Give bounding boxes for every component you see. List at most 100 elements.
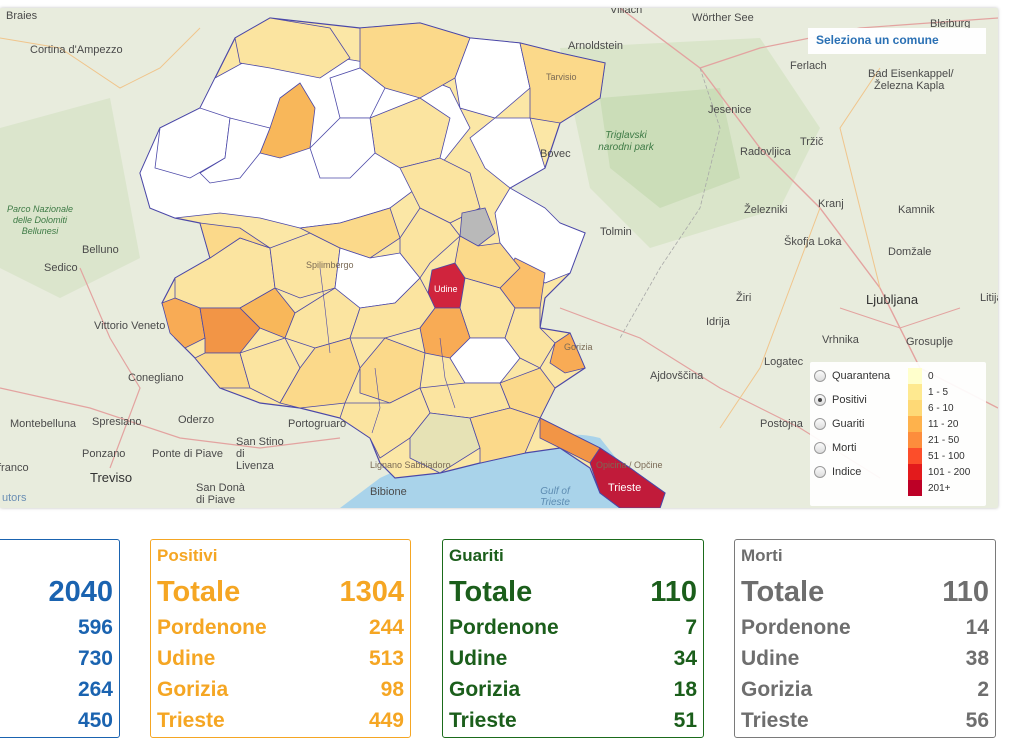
place-label: Škofja Loka <box>784 236 842 248</box>
layer-option-indice[interactable]: Indice <box>814 464 861 480</box>
place-label: Ponte di Piave <box>152 448 223 460</box>
map-legend: Quarantena Positivi Guariti Morti Indice… <box>810 362 986 506</box>
map-view[interactable]: Braies Villach Wörther See Bleiburg Cort… <box>0 8 998 508</box>
layer-option-guariti[interactable]: Guariti <box>814 416 864 432</box>
card-title: Positivi <box>157 546 218 565</box>
place-label: Kranj <box>818 198 844 210</box>
place-label: Triglavski narodni park <box>598 130 654 153</box>
region-row: 730 <box>0 647 113 671</box>
legend-bin: 0 <box>908 368 934 384</box>
total-row: Totale 110 <box>741 576 989 609</box>
legend-swatch <box>908 368 922 384</box>
total-label: Totale <box>741 576 825 608</box>
place-label: Gorizia <box>564 342 593 352</box>
region-value: 2 <box>977 678 989 701</box>
place-label: Parco Nazionale delle Dolomiti Bellunesi <box>6 204 74 236</box>
layer-option-quarantena[interactable]: Quarantena <box>814 368 890 384</box>
place-label: San Donà di Piave <box>196 482 245 506</box>
place-label: Conegliano <box>128 372 184 384</box>
region-label: Trieste <box>157 709 225 732</box>
legend-bin-label: 1 - 5 <box>928 386 949 398</box>
place-label: Domžale <box>888 246 932 258</box>
place-label: Tolmin <box>600 226 632 238</box>
region-value: 38 <box>965 647 989 670</box>
region-label: Udine <box>449 647 508 670</box>
place-label: Wörther See <box>692 12 754 24</box>
layer-option-morti[interactable]: Morti <box>814 440 856 456</box>
radio-quarantena[interactable] <box>814 370 826 382</box>
place-label: Radovljica <box>740 146 791 158</box>
place-label: Sedico <box>44 262 78 274</box>
total-row: Totale 110 <box>449 576 697 609</box>
legend-bin-label: 201+ <box>928 482 951 494</box>
region-row: Pordenone 244 <box>157 616 404 640</box>
radio-morti[interactable] <box>814 442 826 454</box>
place-label: Postojna <box>760 418 803 430</box>
legend-swatch <box>908 400 922 416</box>
radio-guariti[interactable] <box>814 418 826 430</box>
place-label: Villach <box>610 8 643 16</box>
place-label: Vrhnika <box>822 334 859 346</box>
region-row: 264 <box>0 678 113 702</box>
place-label: franco <box>0 462 29 474</box>
region-value: 56 <box>965 709 989 732</box>
legend-swatch <box>908 448 922 464</box>
region-value: 34 <box>673 647 697 670</box>
legend-bin: 11 - 20 <box>908 416 958 432</box>
legend-bin: 6 - 10 <box>908 400 954 416</box>
place-label: Železna Kapla <box>874 80 945 92</box>
page: Braies Villach Wörther See Bleiburg Cort… <box>0 0 1024 738</box>
region-row: 450 <box>0 709 113 733</box>
region-label: Gorizia <box>157 678 229 701</box>
place-label: Oderzo <box>178 414 215 426</box>
region-label: Pordenone <box>449 616 559 639</box>
total-row: Totale 1304 <box>157 576 404 609</box>
map-attribution[interactable]: utors <box>2 492 26 504</box>
layer-label: Indice <box>832 466 862 478</box>
region-label: Pordenone <box>157 616 267 639</box>
region-label: Pordenone <box>741 616 851 639</box>
region-value: 14 <box>965 616 989 639</box>
region-value: 513 <box>368 647 404 670</box>
card-title: Guariti <box>449 546 504 565</box>
region-row: Trieste 51 <box>449 709 697 733</box>
radio-indice[interactable] <box>814 466 826 478</box>
region-value: 7 <box>685 616 697 639</box>
place-label: Tržič <box>800 136 824 148</box>
place-label: Logatec <box>764 356 804 368</box>
radio-positivi[interactable] <box>814 394 826 406</box>
region-value: 244 <box>368 616 404 639</box>
legend-swatch <box>908 416 922 432</box>
legend-bin: 101 - 200 <box>908 464 970 480</box>
layer-option-positivi[interactable]: Positivi <box>814 392 867 408</box>
region-value: 18 <box>673 678 697 701</box>
region-label: Udine <box>741 647 800 670</box>
place-label: Udine <box>434 284 458 294</box>
place-label: Lignano Sabbiadoro <box>370 460 451 470</box>
region-row: Udine 38 <box>741 647 989 671</box>
region-row: 596 <box>0 616 113 640</box>
card-morti: Morti Totale 110 Pordenone 14 Udine 38 Gor… <box>734 539 996 738</box>
region-value: 450 <box>77 709 113 732</box>
place-label: Montebelluna <box>10 418 77 430</box>
legend-bin-label: 6 - 10 <box>928 402 954 414</box>
place-label: Jesenice <box>708 104 752 116</box>
place-label: Tarvisio <box>546 72 577 82</box>
place-label: San Stino di Livenza <box>236 436 284 472</box>
layer-label: Morti <box>832 442 857 454</box>
select-comune-control[interactable]: Seleziona un comune <box>808 28 986 54</box>
place-label: Litija <box>980 292 998 304</box>
region-label: Gorizia <box>741 678 813 701</box>
legend-bin-label: 11 - 20 <box>928 418 959 430</box>
place-label: Žiri <box>736 292 752 304</box>
place-label: Ferlach <box>790 60 827 72</box>
place-label: Bad Eisenkappel/ <box>868 68 954 80</box>
place-label: Kamnik <box>898 204 935 216</box>
region-row: Gorizia 98 <box>157 678 404 702</box>
place-label: Ajdovščina <box>650 370 704 382</box>
legend-bin: 201+ <box>908 480 951 496</box>
place-label: Arnoldstein <box>568 40 624 52</box>
place-label: Spilimbergo <box>306 260 354 270</box>
total-label: Totale <box>157 576 241 608</box>
legend-bin-label: 51 - 100 <box>928 450 965 462</box>
